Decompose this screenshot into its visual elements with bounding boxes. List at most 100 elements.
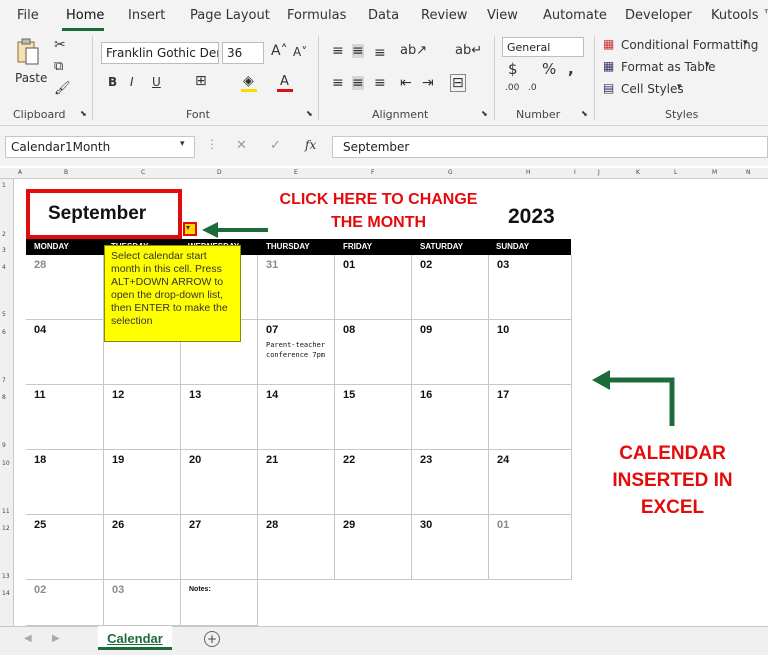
row-header[interactable]: 11 [2,508,10,515]
row-header[interactable]: 13 [2,573,10,580]
row-header[interactable]: 7 [2,377,6,384]
tab-file[interactable]: File [17,8,39,23]
copy-icon[interactable]: ⧉ [54,60,63,73]
calendar-day-cell[interactable]: 15 [335,385,412,450]
sheet-tab-calendar[interactable]: Calendar [98,626,172,650]
calendar-day-cell[interactable]: 03 [104,580,181,626]
calendar-day-cell[interactable]: 20 [181,450,258,515]
col-header[interactable]: E [294,169,298,176]
conditional-formatting-button[interactable]: Conditional Formatting [621,39,758,51]
alignment-launcher-icon[interactable]: ⬊ [481,110,488,118]
tab-kutools[interactable]: Kutools ™ [711,8,768,23]
italic-icon[interactable]: I [130,76,134,88]
calendar-day-cell[interactable]: 01 [489,515,572,580]
month-cell[interactable]: September [26,189,182,239]
calendar-day-cell[interactable]: 12 [104,385,181,450]
calendar-day-cell[interactable]: 26 [104,515,181,580]
borders-icon[interactable]: ⊞ [195,74,207,88]
col-header[interactable]: B [64,169,68,176]
calendar-day-cell[interactable]: 28 [258,515,335,580]
calendar-day-cell[interactable]: 03 [489,255,572,320]
format-as-table-button[interactable]: Format as Table [621,61,716,73]
calendar-day-cell[interactable]: 31 [258,255,335,320]
clipboard-launcher-icon[interactable]: ⬊ [80,110,87,118]
fill-color-icon[interactable]: ◈ [243,74,254,88]
col-header[interactable]: F [371,169,374,176]
font-name-select[interactable]: Franklin Gothic Der [101,42,219,64]
comma-icon[interactable]: , [568,62,574,77]
calendar-day-cell[interactable]: 27 [181,515,258,580]
font-size-select[interactable]: 36 [222,42,264,64]
percent-icon[interactable]: % [542,62,556,77]
scroll-prev-icon[interactable]: ◀ [24,634,32,644]
name-box-dropdown-icon[interactable]: ▾ [180,140,185,149]
calendar-day-cell[interactable]: 23 [412,450,489,515]
calendar-day-cell[interactable]: 16 [412,385,489,450]
calendar-day-cell[interactable]: 29 [335,515,412,580]
col-header[interactable]: M [712,169,717,176]
tab-insert[interactable]: Insert [128,8,165,23]
calendar-day-cell[interactable]: 09 [412,320,489,385]
row-header[interactable]: 6 [2,329,6,336]
cancel-icon[interactable]: ✕ [236,139,247,152]
number-format-select[interactable]: General [502,37,584,57]
calendar-day-cell[interactable]: 10 [489,320,572,385]
decrease-font-icon[interactable]: A˅ [293,46,307,58]
col-header[interactable]: J [598,169,600,176]
col-header[interactable]: N [746,169,751,176]
calendar-day-cell[interactable] [489,580,572,626]
calendar-day-cell[interactable]: Notes: [181,580,258,626]
cut-icon[interactable]: ✂ [54,38,66,52]
merge-center-icon[interactable]: ⊟ [450,74,466,92]
align-top-icon[interactable]: ≡ [332,44,344,58]
increase-font-icon[interactable]: A˄ [271,44,288,58]
tab-review[interactable]: Review [421,8,467,23]
bold-icon[interactable]: B [108,76,117,88]
calendar-day-cell[interactable]: 22 [335,450,412,515]
calendar-day-cell[interactable]: 01 [335,255,412,320]
font-color-icon[interactable]: A [280,75,289,88]
col-header[interactable]: G [448,169,453,176]
calendar-day-cell[interactable]: 14 [258,385,335,450]
row-header[interactable]: 5 [2,311,6,318]
cell-styles-button[interactable]: Cell Styles [621,83,684,95]
align-right-icon[interactable]: ≡ [374,76,386,90]
tab-data[interactable]: Data [368,8,399,23]
tab-developer[interactable]: Developer [625,8,692,23]
currency-icon[interactable]: $ [508,62,518,77]
calendar-day-cell[interactable]: 17 [489,385,572,450]
tab-formulas[interactable]: Formulas [287,8,346,23]
decrease-decimal-icon[interactable]: .0 [528,84,537,93]
row-header[interactable]: 12 [2,525,10,532]
col-header[interactable]: H [526,169,531,176]
col-header[interactable]: K [636,169,640,176]
scroll-next-icon[interactable]: ▶ [52,634,60,644]
row-header[interactable]: 8 [2,394,6,401]
calendar-day-cell[interactable]: 19 [104,450,181,515]
calendar-day-cell[interactable]: 08 [335,320,412,385]
tab-page-layout[interactable]: Page Layout [190,8,270,23]
align-bottom-icon[interactable]: ≡ [374,46,386,60]
calendar-day-cell[interactable] [258,580,335,626]
increase-indent-icon[interactable]: ⇥ [422,76,434,90]
wrap-text-icon[interactable]: ab↵ [455,44,482,57]
align-left-icon[interactable]: ≡ [332,76,344,90]
col-header[interactable]: D [217,169,222,176]
name-box[interactable]: Calendar1Month [5,136,195,158]
calendar-day-cell[interactable]: 30 [412,515,489,580]
row-header[interactable]: 4 [2,264,6,271]
paste-icon[interactable] [16,38,40,66]
calendar-day-cell[interactable]: 25 [26,515,104,580]
decrease-indent-icon[interactable]: ⇤ [400,76,412,90]
orientation-icon[interactable]: ab↗ [400,44,427,57]
tab-home[interactable]: Home [66,8,104,23]
enter-icon[interactable]: ✓ [270,139,281,152]
add-sheet-button[interactable]: + [204,631,220,647]
calendar-day-cell[interactable]: 04 [26,320,104,385]
calendar-day-cell[interactable]: 18 [26,450,104,515]
calendar-day-cell[interactable] [412,580,489,626]
month-dropdown-button[interactable]: ▾ [183,222,197,236]
col-header[interactable]: C [141,169,145,176]
align-center-icon[interactable]: ≡ [352,76,364,90]
calendar-day-cell[interactable]: 21 [258,450,335,515]
